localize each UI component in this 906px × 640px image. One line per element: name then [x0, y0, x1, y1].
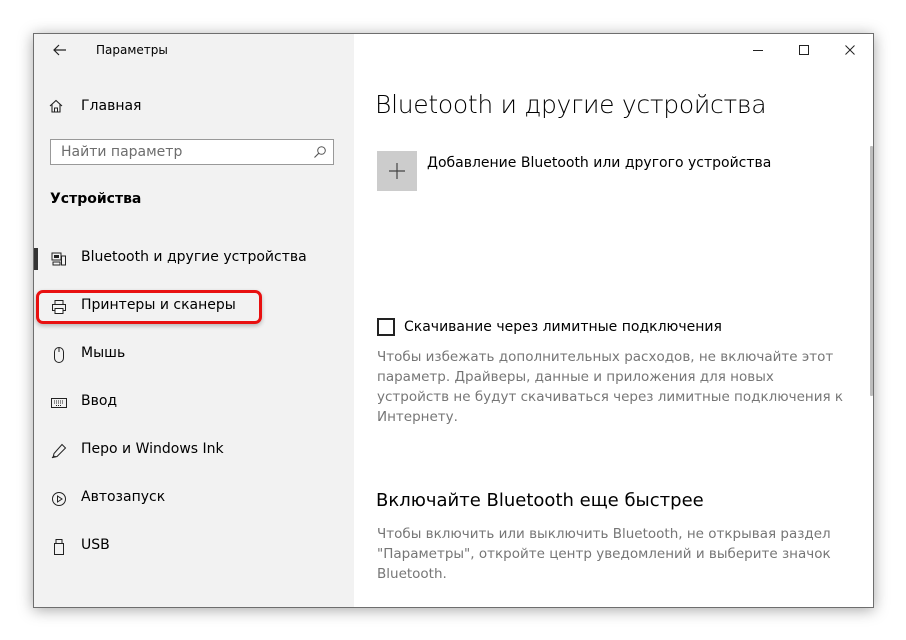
- search-box[interactable]: [50, 139, 334, 165]
- description-line: Интернету.: [377, 409, 458, 425]
- keyboard-icon: [50, 394, 68, 412]
- sidebar-item-mouse[interactable]: Мышь: [34, 334, 354, 374]
- title-bar-controls: [735, 34, 873, 66]
- search-input[interactable]: [51, 140, 311, 164]
- faster-bluetooth-description: Чтобы включить или выключить Bluetooth, …: [377, 524, 831, 584]
- back-arrow-icon: [53, 44, 66, 56]
- add-device-button[interactable]: Добавление Bluetooth или другого устройс…: [377, 151, 771, 191]
- sidebar-item-label: Автозапуск: [81, 489, 166, 505]
- description-line: Bluetooth.: [377, 566, 447, 582]
- home-icon: [49, 99, 63, 113]
- description-line: Чтобы избежать дополнительных расходов, …: [377, 349, 834, 365]
- sidebar-item-label: Bluetooth и другие устройства: [81, 249, 307, 265]
- close-icon: [845, 45, 855, 55]
- sidebar-item-autoplay[interactable]: Автозапуск: [34, 478, 354, 518]
- sidebar-item-usb[interactable]: USB: [34, 526, 354, 566]
- maximize-button[interactable]: [781, 34, 827, 66]
- metered-checkbox-label: Скачивание через лимитные подключения: [404, 319, 722, 335]
- sidebar-item-label: Мышь: [81, 345, 126, 361]
- page-title: Bluetooth и другие устройства: [375, 90, 767, 119]
- sidebar-home[interactable]: Главная: [48, 96, 141, 116]
- search-icon: [314, 146, 326, 158]
- sidebar-item-pen[interactable]: Перо и Windows Ink: [34, 430, 354, 470]
- minimize-button[interactable]: [735, 34, 781, 66]
- description-line: параметр. Драйверы, данные и приложения …: [377, 369, 774, 385]
- sidebar-item-bluetooth[interactable]: Bluetooth и другие устройства: [34, 238, 354, 278]
- description-line: Чтобы включить или выключить Bluetooth, …: [377, 526, 831, 542]
- metered-description: Чтобы избежать дополнительных расходов, …: [377, 347, 843, 427]
- sidebar-item-label: Ввод: [81, 393, 118, 409]
- scrollbar[interactable]: [870, 146, 873, 396]
- sidebar-item-label: Перо и Windows Ink: [81, 441, 224, 457]
- back-button[interactable]: [44, 40, 72, 60]
- metered-download-toggle[interactable]: Скачивание через лимитные подключения: [377, 318, 722, 336]
- pen-icon: [50, 442, 68, 460]
- description-line: устройств не будут скачиваться через лим…: [377, 389, 844, 405]
- maximize-icon: [799, 45, 809, 55]
- minimize-icon: [753, 50, 763, 51]
- sidebar: Параметры Главная Устройства: [34, 34, 354, 607]
- settings-window: Параметры Главная Устройства: [33, 33, 874, 608]
- main-content: Bluetooth и другие устройства Добавление…: [354, 34, 873, 607]
- add-device-label: Добавление Bluetooth или другого устройс…: [427, 155, 772, 171]
- highlight-frame: [36, 290, 262, 324]
- description-line: "Параметры", откройте центр уведомлений …: [377, 546, 831, 562]
- mouse-icon: [50, 346, 68, 364]
- faster-bluetooth-heading: Включайте Bluetooth еще быстрее: [376, 490, 704, 511]
- bluetooth-devices-icon: [50, 250, 68, 268]
- plus-icon: [389, 163, 405, 179]
- app-title: Параметры: [96, 43, 168, 57]
- selection-indicator: [34, 248, 38, 270]
- home-label: Главная: [81, 98, 142, 114]
- metered-checkbox[interactable]: [377, 318, 395, 336]
- sidebar-item-typing[interactable]: Ввод: [34, 382, 354, 422]
- sidebar-item-label: USB: [81, 537, 110, 553]
- usb-icon: [50, 538, 68, 556]
- add-tile: [377, 151, 417, 191]
- autoplay-icon: [50, 490, 68, 508]
- section-title: Устройства: [50, 191, 142, 207]
- close-button[interactable]: [827, 34, 873, 66]
